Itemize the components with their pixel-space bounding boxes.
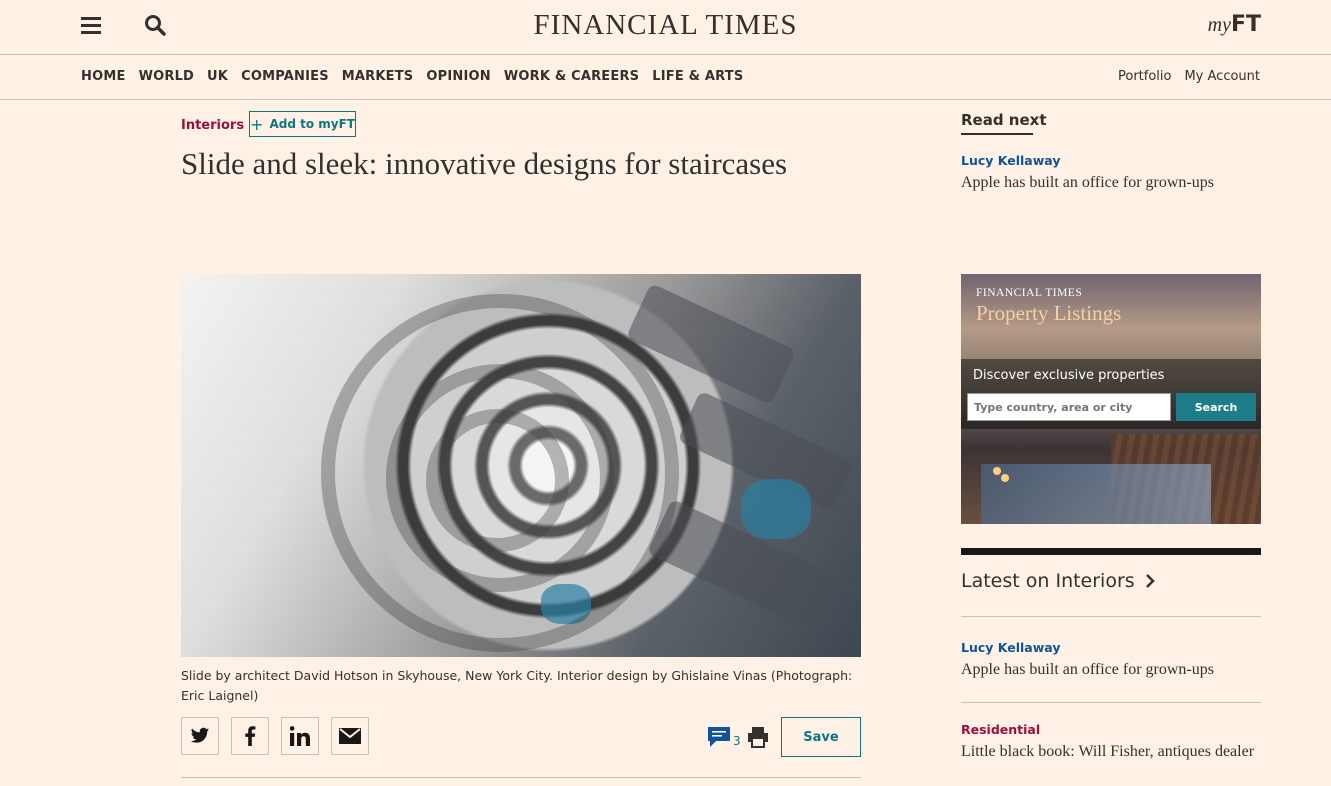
save-button[interactable]: Save [781,717,861,757]
plus-icon: + [250,114,264,134]
article-headline: Slide and sleek: innovative designs for … [181,146,788,181]
print-button[interactable] [747,726,769,752]
topic-link[interactable]: Interiors [181,118,244,133]
nav-item-markets[interactable]: MARKETS [342,69,414,84]
chevron-right-icon [1145,574,1155,588]
comment-icon [708,727,730,747]
myft-suffix: FT [1230,12,1261,37]
nav-item-world[interactable]: WORLD [139,69,194,84]
portfolio-link[interactable]: Portfolio [1118,69,1171,84]
latest-title-label: Latest on Interiors [961,570,1135,592]
ad-location-input[interactable] [967,393,1171,421]
add-to-myft-button[interactable]: + Add to myFT [249,111,356,137]
linkedin-icon [290,726,310,746]
hero-image [181,274,861,657]
ad-search-button[interactable]: Search [1176,393,1256,421]
ad-product: Property Listings [976,301,1122,325]
read-next-author[interactable]: Lucy Kellaway [961,153,1060,168]
latest-item-author[interactable]: Lucy Kellaway [961,640,1060,655]
facebook-icon [245,726,256,746]
divider [961,616,1261,617]
divider [961,702,1261,703]
comments-button[interactable]: 3 [707,726,741,748]
image-caption: Slide by architect David Hotson in Skyho… [181,668,853,703]
read-next-heading: Read next [961,111,1047,135]
nav-item-home[interactable]: HOME [81,69,126,84]
nav-item-life-arts[interactable]: LIFE & ARTS [652,69,743,84]
latest-divider-bar [961,548,1261,555]
site-logo[interactable]: FINANCIAL TIMES [0,9,1331,42]
email-icon [339,728,361,744]
property-listings-ad: FINANCIAL TIMES Property Listings Discov… [961,274,1261,524]
read-next-story[interactable]: Apple has built an office for grown-ups [961,171,1261,195]
nav-account-links: Portfolio My Account [1105,69,1260,84]
myft-prefix: my [1207,14,1231,36]
print-icon [748,727,768,748]
latest-item-title[interactable]: Apple has built an office for grown-ups [961,658,1261,682]
ad-brand: FINANCIAL TIMES [976,287,1083,299]
share-twitter-button[interactable] [181,717,219,755]
nav-links: HOME WORLD UK COMPANIES MARKETS OPINION … [81,69,756,84]
share-facebook-button[interactable] [231,717,269,755]
nav-item-opinion[interactable]: OPINION [426,69,490,84]
site-header: FINANCIAL TIMES myFT [0,0,1331,55]
my-account-link[interactable]: My Account [1184,69,1260,84]
latest-item-title[interactable]: Little black book: Will Fisher, antiques… [961,740,1261,764]
article-divider [181,777,861,778]
latest-item-category[interactable]: Residential [961,722,1040,737]
twitter-icon [190,727,210,743]
latest-on-interiors-link[interactable]: Latest on Interiors [961,570,1155,592]
myft-link[interactable]: myFT [1208,12,1261,37]
nav-item-work-careers[interactable]: WORK & CAREERS [504,69,639,84]
main-nav: HOME WORLD UK COMPANIES MARKETS OPINION … [0,55,1331,100]
nav-item-uk[interactable]: UK [207,69,228,84]
nav-item-companies[interactable]: COMPANIES [241,69,329,84]
share-linkedin-button[interactable] [281,717,319,755]
add-to-myft-label: Add to myFT [269,117,355,131]
share-email-button[interactable] [331,717,369,755]
comment-count: 3 [733,734,741,748]
ad-tagline: Discover exclusive properties [973,368,1165,383]
